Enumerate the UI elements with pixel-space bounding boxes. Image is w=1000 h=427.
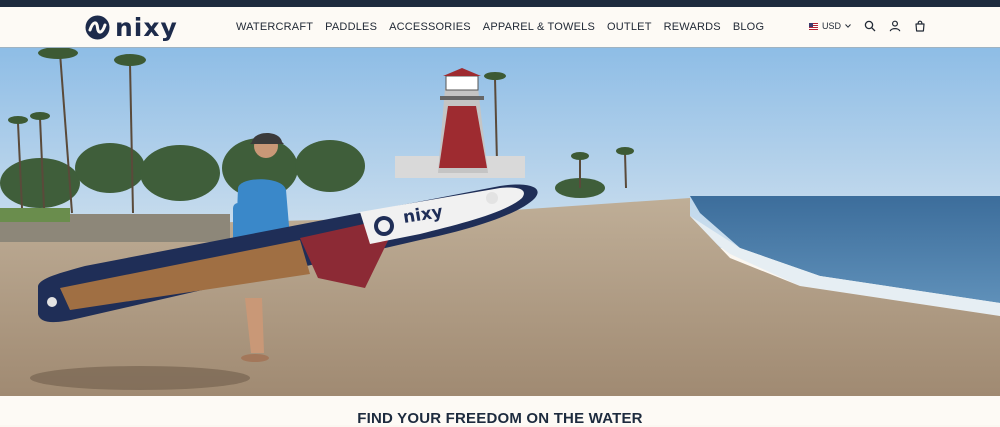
hero-tagline: FIND YOUR FREEDOM ON THE WATER xyxy=(357,410,643,427)
hero-image: nixy xyxy=(0,48,1000,396)
chevron-down-icon xyxy=(845,24,851,28)
nixy-logo-icon xyxy=(85,15,110,40)
grass xyxy=(0,208,70,222)
nav-item-accessories[interactable]: ACCESSORIES xyxy=(389,21,471,33)
nav-item-rewards[interactable]: REWARDS xyxy=(664,21,721,33)
nav-item-paddles[interactable]: PADDLES xyxy=(325,21,377,33)
header-utilities: USD xyxy=(808,20,926,32)
nav-item-blog[interactable]: BLOG xyxy=(733,21,764,33)
us-flag-icon xyxy=(808,22,818,30)
nav-item-watercraft[interactable]: WATERCRAFT xyxy=(236,21,313,33)
currency-label: USD xyxy=(821,21,841,31)
cart-icon[interactable] xyxy=(914,20,926,32)
site-header: nixy WATERCRAFT PADDLES ACCESSORIES APPA… xyxy=(0,7,1000,48)
tagline-section: FIND YOUR FREEDOM ON THE WATER xyxy=(0,396,1000,427)
board-shadow xyxy=(30,366,250,390)
main-nav: WATERCRAFT PADDLES ACCESSORIES APPAREL &… xyxy=(236,21,764,33)
top-announcement-bar xyxy=(0,0,1000,7)
currency-selector[interactable]: USD xyxy=(808,21,851,31)
nav-item-apparel-towels[interactable]: APPAREL & TOWELS xyxy=(483,21,595,33)
search-icon[interactable] xyxy=(864,20,876,32)
hero-banner: nixy xyxy=(0,48,1000,396)
brand-logo[interactable]: nixy xyxy=(85,15,178,40)
logo-wordmark: nixy xyxy=(115,13,178,42)
nav-item-outlet[interactable]: OUTLET xyxy=(607,21,652,33)
account-icon[interactable] xyxy=(889,20,901,32)
